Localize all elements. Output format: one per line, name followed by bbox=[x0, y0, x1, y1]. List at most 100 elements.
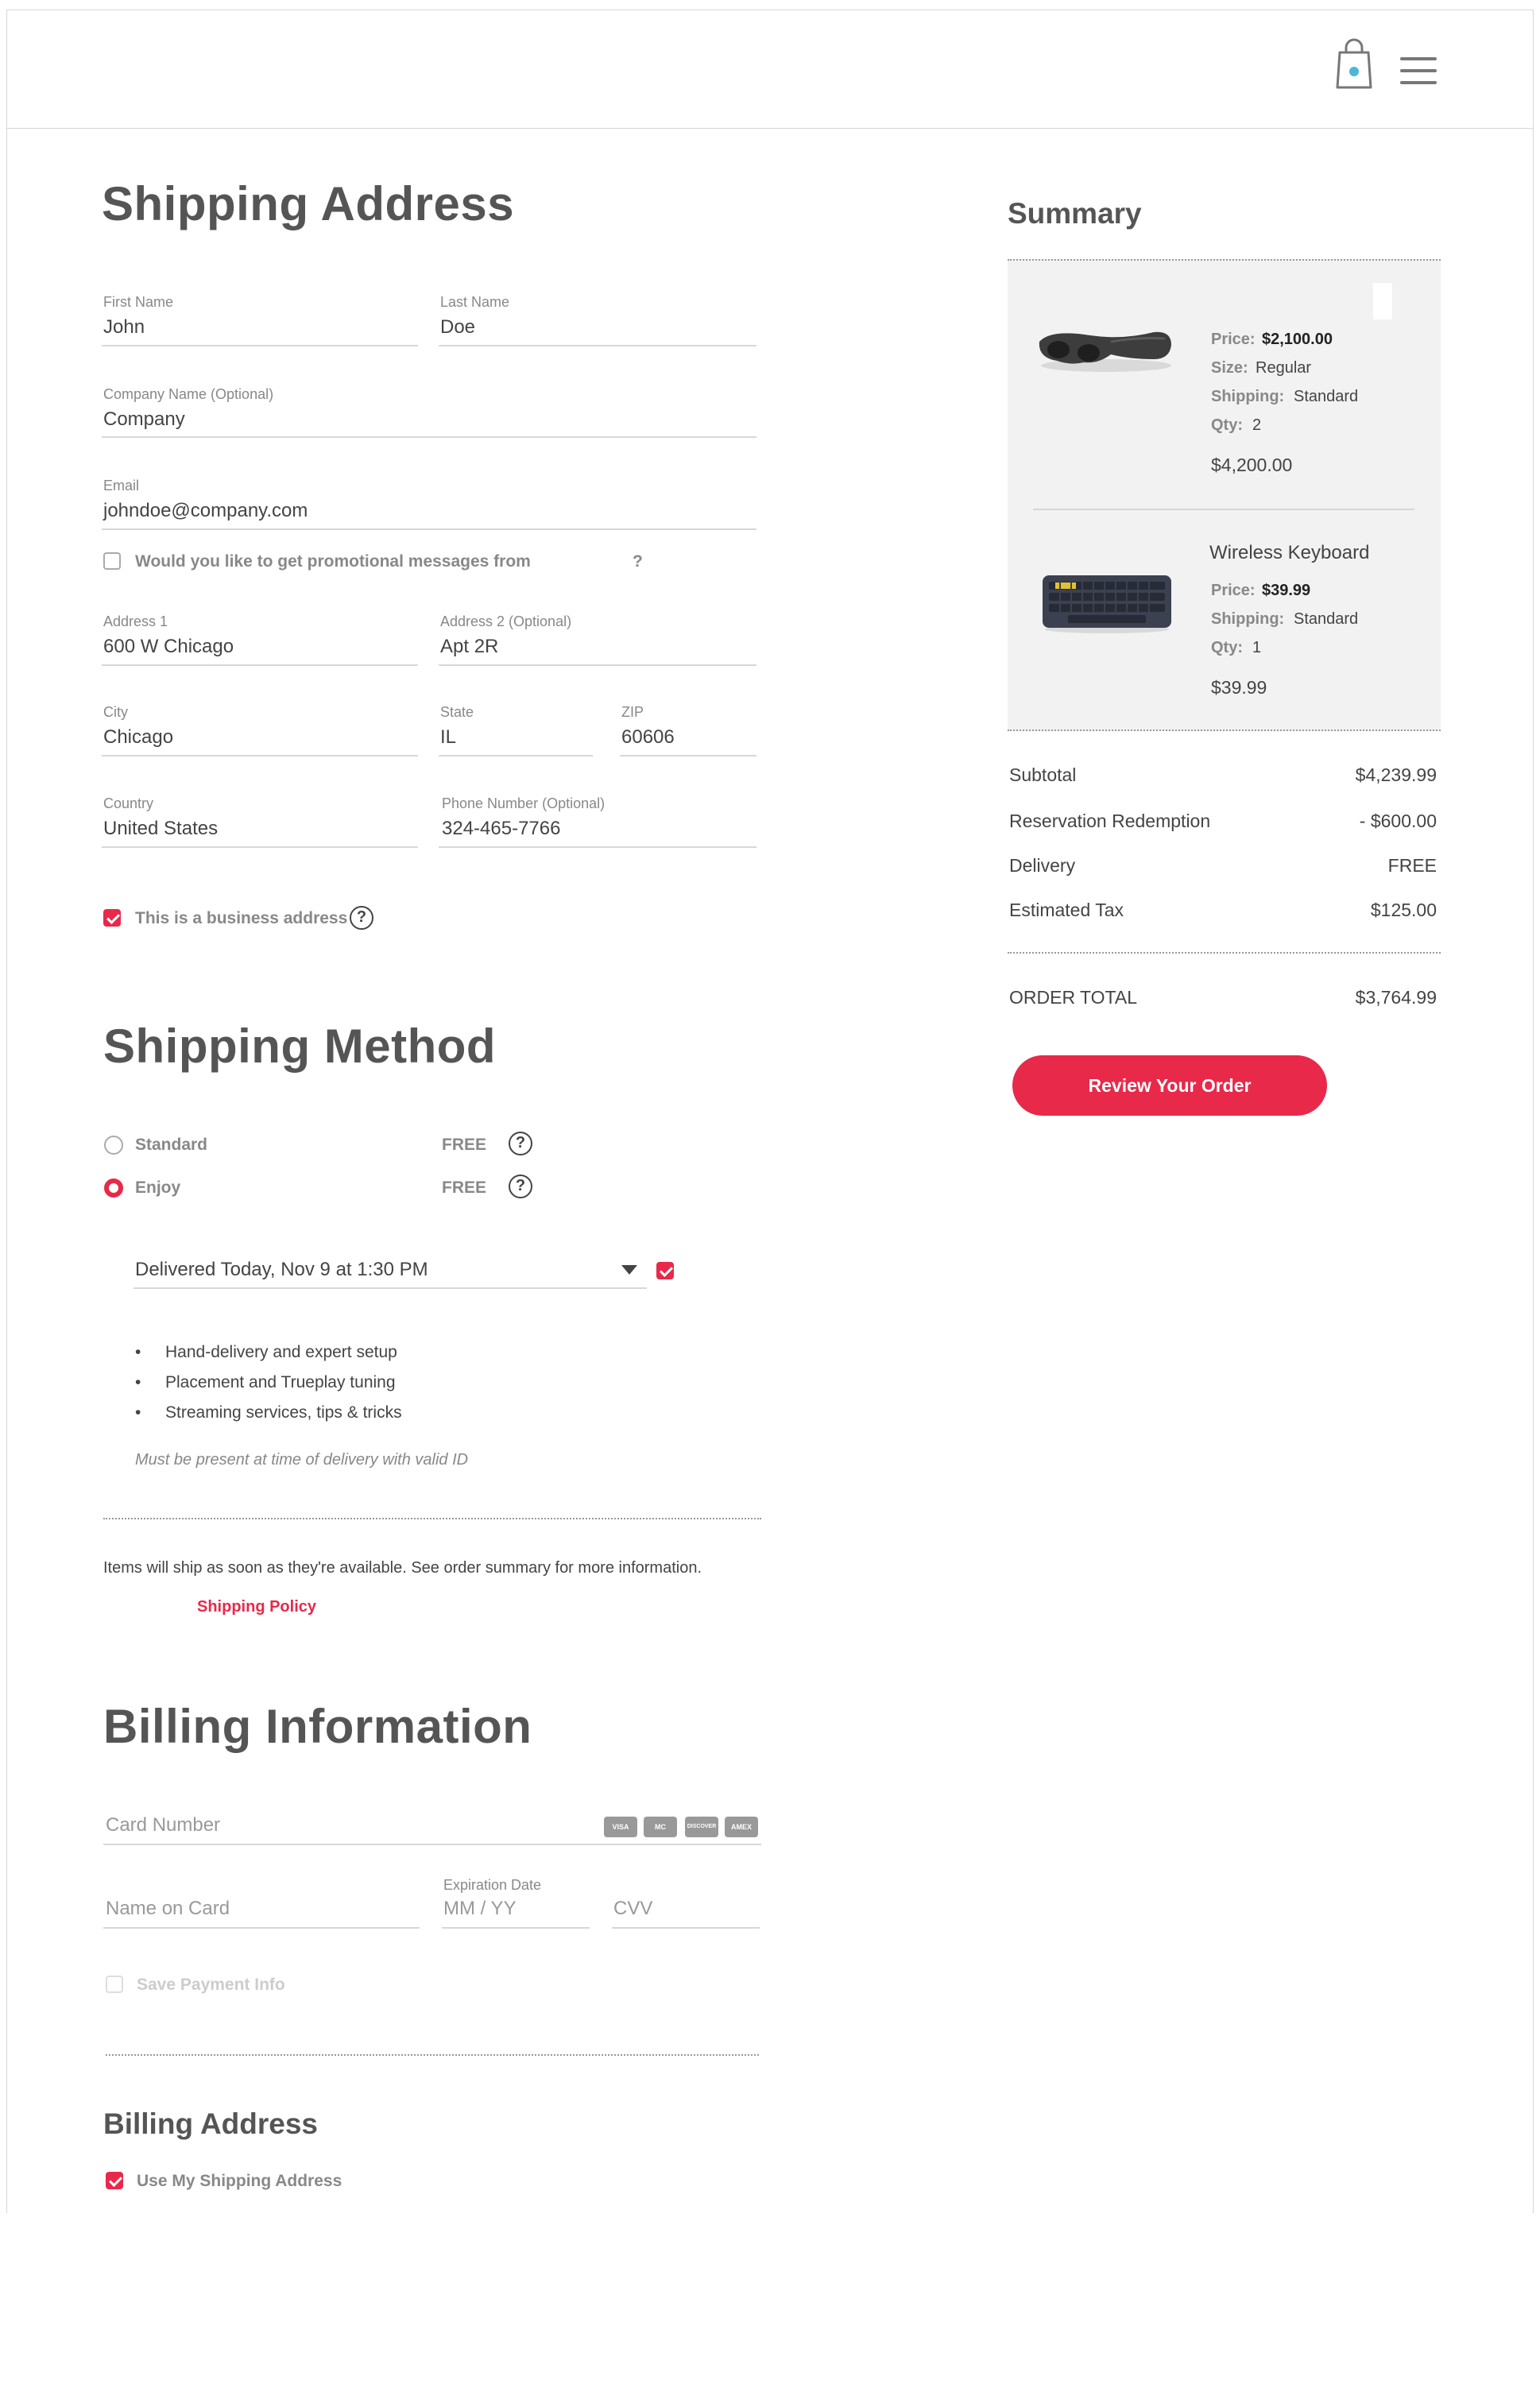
help-icon[interactable]: ? bbox=[509, 1175, 532, 1198]
card-number-underline bbox=[103, 1844, 761, 1845]
redemption-value: - $600.00 bbox=[1359, 811, 1437, 831]
save-payment-checkbox[interactable] bbox=[106, 1976, 123, 1993]
country-label: Country bbox=[103, 795, 154, 811]
phone-input[interactable]: 324-465-7766 bbox=[442, 818, 560, 840]
divider bbox=[103, 1518, 761, 1519]
card-number-input[interactable]: Card Number bbox=[106, 1814, 220, 1836]
amex-icon: AMEX bbox=[725, 1817, 758, 1837]
shopping-bag-icon[interactable] bbox=[1335, 38, 1373, 91]
tax-label: Estimated Tax bbox=[1009, 900, 1124, 920]
first-name-input[interactable]: John bbox=[103, 316, 145, 339]
last-name-underline bbox=[439, 345, 756, 346]
shipping-method-title: Shipping Method bbox=[103, 1020, 497, 1073]
cvv-input[interactable]: CVV bbox=[613, 1898, 652, 1920]
divider bbox=[1008, 952, 1441, 954]
shipping-policy-link[interactable]: Shipping Policy bbox=[197, 1598, 316, 1616]
item-shipping-label: Shipping: bbox=[1211, 610, 1285, 628]
zip-input[interactable]: 60606 bbox=[621, 726, 675, 749]
product-image-keyboard bbox=[1043, 575, 1171, 633]
top-header bbox=[6, 10, 1534, 129]
phone-label: Phone Number (Optional) bbox=[442, 795, 606, 811]
email-input[interactable]: johndoe@company.com bbox=[103, 500, 308, 522]
email-label: Email bbox=[103, 478, 140, 493]
help-icon[interactable]: ? bbox=[350, 906, 373, 930]
shipping-address-title: Shipping Address bbox=[102, 177, 515, 230]
delivery-note: Must be present at time of delivery with… bbox=[135, 1451, 469, 1469]
promo-label: Would you like to get promotional messag… bbox=[135, 552, 531, 571]
list-item: Streaming services, tips & tricks bbox=[135, 1403, 402, 1422]
billing-address-title: Billing Address bbox=[103, 2107, 319, 2140]
help-icon[interactable]: ? bbox=[509, 1132, 532, 1155]
ship-info-text: Items will ship as soon as they're avail… bbox=[103, 1559, 702, 1577]
discover-icon: DISCOVER bbox=[685, 1817, 718, 1837]
address2-input[interactable]: Apt 2R bbox=[440, 636, 498, 658]
item-qty-label: Qty: bbox=[1211, 639, 1243, 656]
city-input[interactable]: Chicago bbox=[103, 726, 173, 749]
cvv-underline bbox=[612, 1927, 760, 1929]
item-qty: 2 bbox=[1252, 416, 1262, 434]
address1-input[interactable]: 600 W Chicago bbox=[103, 636, 234, 658]
last-name-label: Last Name bbox=[440, 294, 510, 310]
item-shipping-label: Shipping: bbox=[1211, 388, 1285, 405]
country-select[interactable]: United States bbox=[103, 818, 218, 840]
company-label: Company Name (Optional) bbox=[103, 386, 274, 402]
zip-label: ZIP bbox=[621, 704, 644, 720]
business-address-label: This is a business address bbox=[135, 909, 348, 927]
enjoy-features-list: Hand-delivery and expert setup Placement… bbox=[135, 1343, 402, 1434]
item-name-truncated bbox=[1373, 283, 1392, 319]
delivery-time-underline bbox=[133, 1287, 647, 1289]
chevron-down-icon[interactable] bbox=[621, 1265, 637, 1275]
item-shipping: Standard bbox=[1294, 388, 1359, 405]
expiration-input[interactable]: MM / YY bbox=[443, 1898, 517, 1920]
expiration-underline bbox=[442, 1927, 590, 1929]
tax-value: $125.00 bbox=[1370, 900, 1437, 920]
address2-underline bbox=[439, 664, 756, 666]
radio-enjoy[interactable] bbox=[104, 1178, 123, 1198]
phone-underline bbox=[439, 846, 756, 848]
business-address-checkbox[interactable] bbox=[103, 909, 121, 927]
enjoy-label: Enjoy bbox=[135, 1178, 181, 1197]
last-name-input[interactable]: Doe bbox=[440, 316, 475, 339]
company-input[interactable]: Company bbox=[103, 408, 185, 431]
mastercard-icon: MC bbox=[644, 1817, 677, 1837]
first-name-underline bbox=[102, 345, 418, 346]
item-size-label: Size: bbox=[1211, 359, 1248, 377]
address2-label: Address 2 (Optional) bbox=[440, 613, 572, 629]
first-name-label: First Name bbox=[103, 294, 174, 310]
use-shipping-address-label: Use My Shipping Address bbox=[137, 2172, 342, 2190]
summary-title: Summary bbox=[1008, 197, 1142, 230]
state-label: State bbox=[440, 704, 474, 720]
item-name: Wireless Keyboard bbox=[1209, 542, 1370, 563]
item-total: $4,200.00 bbox=[1211, 455, 1293, 475]
save-payment-label: Save Payment Info bbox=[137, 1976, 285, 1994]
promo-label-suffix: ? bbox=[633, 552, 643, 571]
promo-checkbox[interactable] bbox=[103, 552, 121, 570]
zip-underline bbox=[620, 755, 756, 757]
standard-label: Standard bbox=[135, 1136, 208, 1154]
delivery-value: FREE bbox=[1387, 855, 1437, 876]
radio-standard[interactable] bbox=[104, 1136, 123, 1155]
company-underline bbox=[102, 436, 756, 438]
name-on-card-input[interactable]: Name on Card bbox=[106, 1898, 230, 1920]
page-bottom-whitespace bbox=[0, 2213, 1540, 2384]
item-divider bbox=[1033, 509, 1414, 510]
delivery-time-select[interactable]: Delivered Today, Nov 9 at 1:30 PM bbox=[135, 1259, 428, 1281]
visa-icon: VISA bbox=[604, 1817, 637, 1837]
review-order-button[interactable]: Review Your Order bbox=[1012, 1055, 1327, 1116]
enjoy-price: FREE bbox=[442, 1178, 487, 1197]
expiration-label: Expiration Date bbox=[443, 1877, 542, 1893]
list-item: Hand-delivery and expert setup bbox=[135, 1343, 402, 1362]
name-on-card-underline bbox=[103, 1927, 420, 1929]
state-select[interactable]: IL bbox=[440, 726, 456, 749]
city-label: City bbox=[103, 704, 128, 720]
delivery-time-checkbox[interactable] bbox=[656, 1262, 674, 1279]
country-underline bbox=[102, 846, 418, 848]
hamburger-menu-icon[interactable] bbox=[1400, 57, 1437, 84]
subtotal-label: Subtotal bbox=[1009, 764, 1077, 785]
item-size: Regular bbox=[1256, 359, 1312, 377]
billing-information-title: Billing Information bbox=[103, 1700, 532, 1753]
order-total-value: $3,764.99 bbox=[1355, 987, 1437, 1008]
use-shipping-address-checkbox[interactable] bbox=[106, 2172, 123, 2189]
item-price-label: Price: bbox=[1211, 582, 1256, 599]
subtotal-value: $4,239.99 bbox=[1355, 764, 1437, 785]
